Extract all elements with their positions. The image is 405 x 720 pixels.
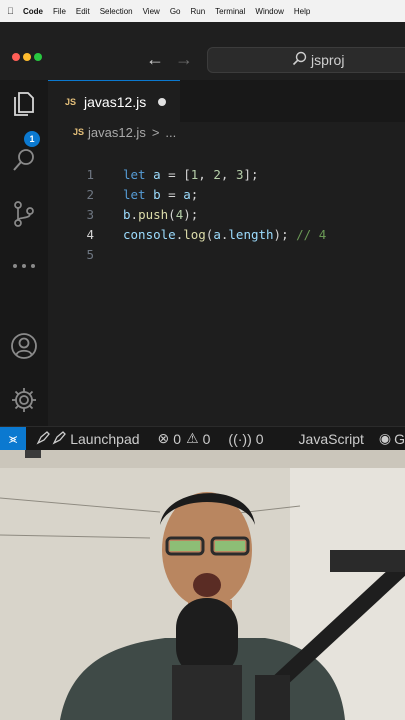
code-token: ); (273, 226, 297, 242)
code-token: let (123, 166, 154, 182)
code-token: , (220, 166, 236, 182)
menu-go[interactable]: Go (170, 7, 181, 16)
webcam-feed (0, 450, 405, 720)
launchpad-button[interactable]: Launchpad (36, 429, 140, 448)
search-icon (292, 51, 307, 69)
code-token: = (160, 186, 184, 202)
menu-run[interactable]: Run (190, 7, 205, 16)
source-control-icon[interactable] (10, 200, 38, 228)
menu-selection[interactable]: Selection (100, 7, 133, 16)
code-token: ]; (243, 166, 259, 182)
copilot-icon: ◉ (378, 430, 392, 446)
language-label: JavaScript (298, 430, 364, 447)
code-token: 2 (213, 166, 221, 182)
menu-view[interactable]: View (143, 7, 160, 16)
code-token: ; (190, 186, 199, 202)
code-token: log (183, 226, 206, 242)
close-window-button[interactable] (12, 53, 20, 61)
launchpad-label: Launchpad (70, 430, 140, 447)
status-bar: ⪤ Launchpad ⊗ 0 ⚠ 0 ((·)) 0 JavaScript ◉… (0, 426, 405, 451)
problems-indicator[interactable]: ⊗ 0 ⚠ 0 (158, 430, 211, 447)
code-text: b.push(4); (123, 207, 198, 222)
code-line[interactable]: 3 b.push(4); (48, 204, 405, 224)
code-text: console.log(a.length); // 4 (123, 227, 326, 242)
code-token: ( (168, 206, 176, 222)
code-token: let (123, 186, 154, 202)
rocket-icon (36, 429, 67, 448)
apple-icon[interactable]:  (7, 6, 17, 16)
code-token: // 4 (296, 226, 327, 242)
tab-javas12-js[interactable]: JS javas12.js (48, 80, 180, 122)
unsaved-dot-icon[interactable] (158, 97, 167, 106)
remote-indicator-icon[interactable]: ⪤ (0, 426, 27, 451)
code-line[interactable]: 5 (48, 244, 405, 264)
explorer-files-icon[interactable] (10, 90, 38, 118)
language-mode[interactable]: JavaScript (299, 431, 364, 447)
explorer-badge: 1 (24, 131, 40, 147)
trailing-label: G (394, 430, 405, 447)
code-token: . (130, 206, 139, 222)
code-token: b (123, 206, 131, 222)
line-number: 1 (86, 166, 94, 182)
activity-bar (0, 80, 48, 426)
command-center-search[interactable]: jsproj (207, 47, 405, 73)
presenter-photo (0, 450, 405, 720)
tab-label: javas12.js (84, 93, 147, 110)
ports-indicator[interactable]: ((·)) 0 (228, 431, 263, 447)
line-number: 3 (86, 206, 94, 222)
menu-edit[interactable]: Edit (76, 7, 90, 16)
code-token: a (153, 166, 161, 182)
code-token: a (183, 186, 191, 202)
line-number: 2 (86, 186, 94, 202)
javascript-file-icon: JS (73, 127, 85, 137)
forward-arrow-icon[interactable]: → (175, 49, 193, 70)
code-token: console (123, 226, 176, 242)
menu-window[interactable]: Window (255, 7, 283, 16)
code-token: = [ (160, 166, 191, 182)
code-token: ); (183, 206, 199, 222)
breadcrumb-separator: > (151, 124, 160, 140)
macos-menu-bar:  Code File Edit Selection View Go Run T… (0, 0, 405, 22)
error-icon: ⊗ (157, 430, 170, 446)
menu-help[interactable]: Help (294, 7, 310, 16)
warning-count: 0 (202, 430, 211, 447)
workspace-name: jsproj (311, 52, 345, 68)
manage-gear-icon[interactable] (10, 386, 38, 414)
copilot-indicator[interactable]: ◉ G (379, 430, 405, 447)
javascript-file-icon: JS (65, 96, 77, 107)
ports-count: 0 (255, 430, 264, 447)
back-arrow-icon[interactable]: ← (146, 49, 164, 70)
breadcrumb: JS javas12.js > ... (48, 122, 405, 142)
code-token: push (138, 206, 169, 222)
line-number: 5 (86, 246, 94, 262)
search-sidebar-icon[interactable] (10, 146, 38, 174)
accounts-icon[interactable] (10, 332, 38, 360)
breadcrumb-file[interactable]: javas12.js (88, 125, 146, 140)
zoom-window-button[interactable] (34, 53, 42, 61)
breadcrumb-more[interactable]: ... (165, 125, 176, 140)
vscode-window: ← → jsproj 1 JS javas12.js JS javas12.js… (0, 22, 405, 451)
title-bar: ← → jsproj (0, 22, 405, 80)
minimize-window-button[interactable] (23, 53, 31, 61)
code-text: let a = [1, 2, 3]; (123, 167, 259, 182)
code-token: b (153, 186, 161, 202)
menu-code[interactable]: Code (23, 7, 43, 16)
code-token: a (213, 226, 221, 242)
code-token: , (198, 166, 214, 182)
warning-icon: ⚠ (186, 430, 199, 446)
menu-file[interactable]: File (53, 7, 66, 16)
code-line[interactable]: 1 let a = [1, 2, 3]; (48, 164, 405, 184)
line-number: 4 (86, 226, 94, 242)
error-count: 0 (173, 430, 182, 447)
code-line[interactable]: 2 let b = a; (48, 184, 405, 204)
broadcast-icon: ((·)) (228, 430, 252, 447)
code-token: length (228, 226, 274, 242)
more-views-icon[interactable] (10, 252, 38, 280)
code-editor[interactable]: 1 let a = [1, 2, 3]; 2 let b = a; 3 b.push(4)… (48, 142, 405, 426)
code-line[interactable]: 4 console.log(a.length); // 4 (48, 224, 405, 244)
editor-tab-bar: JS javas12.js (48, 80, 405, 122)
menu-terminal[interactable]: Terminal (215, 7, 245, 16)
code-text: let b = a; (123, 187, 198, 202)
